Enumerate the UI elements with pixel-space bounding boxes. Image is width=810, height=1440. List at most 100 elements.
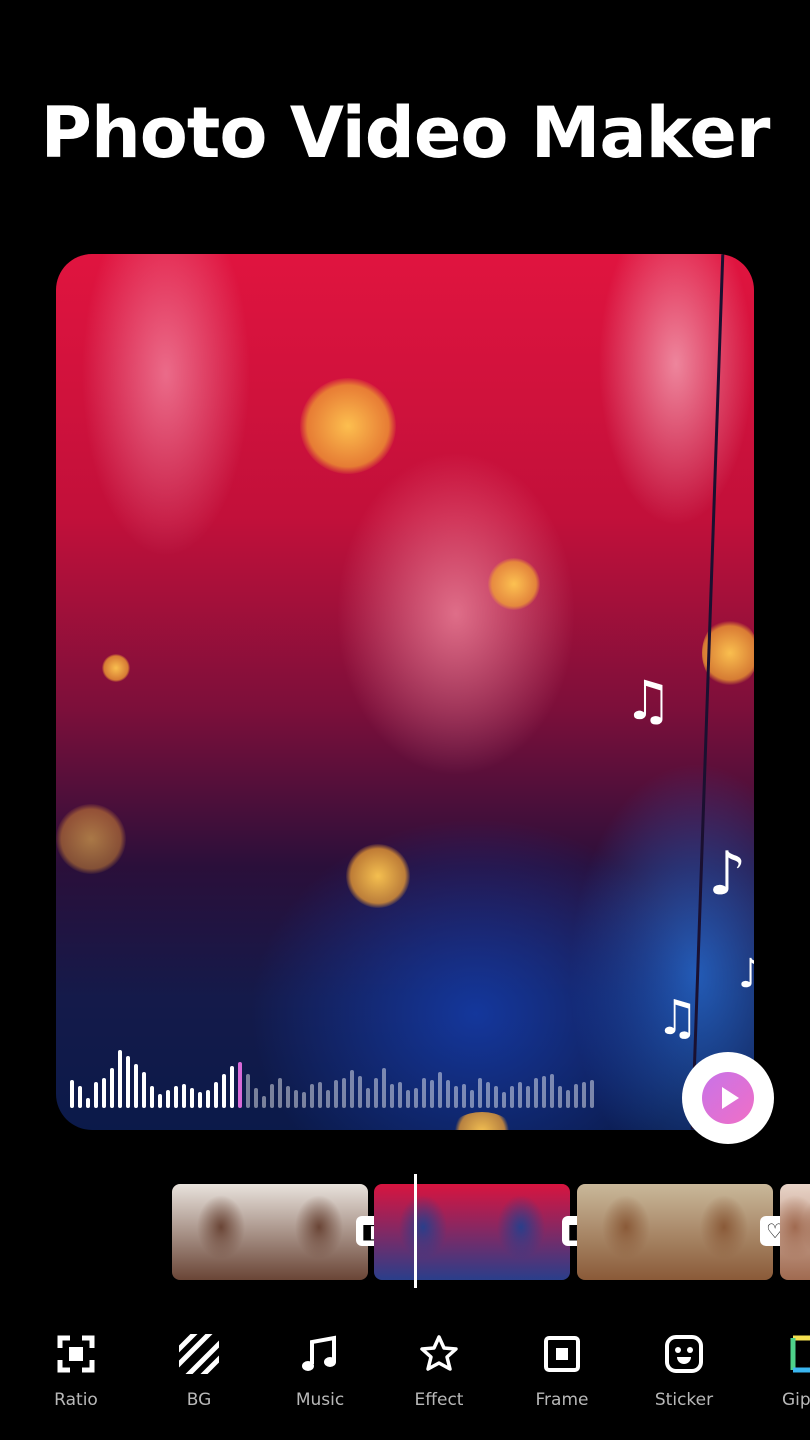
frame-icon [544, 1336, 580, 1372]
waveform-bar-played [102, 1078, 106, 1108]
clip-timeline[interactable]: ◧ ◧ ♡ [172, 1184, 810, 1280]
waveform-bar [294, 1090, 298, 1108]
waveform-cursor [238, 1062, 242, 1108]
waveform-bar-played [198, 1092, 202, 1108]
waveform-bar-played [230, 1066, 234, 1108]
play-button[interactable] [682, 1052, 774, 1144]
waveform-bar [438, 1072, 442, 1108]
waveform-bar-played [78, 1086, 82, 1108]
waveform-bar [358, 1076, 362, 1108]
bokeh-light [56, 804, 126, 874]
waveform-bar-played [158, 1094, 162, 1108]
waveform-bar-played [134, 1064, 138, 1108]
star-icon [420, 1335, 458, 1371]
music-icon [302, 1335, 336, 1371]
waveform-bar [278, 1078, 282, 1108]
playhead[interactable] [414, 1174, 417, 1288]
music-note-icon: ♫ [656, 990, 700, 1046]
music-note-icon: ♪ [708, 839, 747, 909]
bokeh-light [346, 844, 410, 908]
ratio-icon [57, 1335, 95, 1373]
waveform-bar [406, 1090, 410, 1108]
timeline-clip[interactable] [172, 1184, 368, 1280]
page-title: Photo Video Maker [40, 92, 771, 174]
waveform-bar [326, 1090, 330, 1108]
music-note-icon: ♪ [738, 951, 754, 997]
waveform-bar [558, 1086, 562, 1108]
waveform-bar [446, 1080, 450, 1108]
bokeh-light [488, 558, 540, 610]
tool-label: Ratio [54, 1390, 98, 1410]
waveform-bar-played [166, 1090, 170, 1108]
waveform-bar [286, 1086, 290, 1108]
waveform-bar [246, 1074, 250, 1108]
timeline-clip[interactable] [374, 1184, 570, 1280]
waveform-bar [374, 1078, 378, 1108]
waveform-bar [318, 1082, 322, 1108]
waveform-bar [398, 1082, 402, 1108]
waveform-bar [582, 1082, 586, 1108]
waveform-bar [550, 1074, 554, 1108]
waveform-bar [270, 1084, 274, 1108]
waveform-bar [478, 1078, 482, 1108]
waveform-bar [262, 1096, 266, 1108]
waveform-bar [502, 1092, 506, 1108]
waveform-bar-played [206, 1090, 210, 1108]
waveform-bar [334, 1080, 338, 1108]
waveform-bar [462, 1084, 466, 1108]
waveform-bar-played [150, 1086, 154, 1108]
tool-sticker[interactable]: Sticker [634, 1330, 734, 1410]
waveform-bar-played [174, 1086, 178, 1108]
waveform-bar [518, 1082, 522, 1108]
audio-waveform[interactable] [70, 1048, 594, 1108]
waveform-bar-played [118, 1050, 122, 1108]
waveform-bar-played [86, 1098, 90, 1108]
waveform-bar [366, 1088, 370, 1108]
waveform-bar [574, 1084, 578, 1108]
waveform-bar [534, 1078, 538, 1108]
timeline-clip[interactable] [577, 1184, 773, 1280]
video-preview[interactable]: ♫ ♪ ♪ ♫ [56, 254, 754, 1130]
background-icon [179, 1334, 219, 1374]
waveform-bar [494, 1086, 498, 1108]
bokeh-light [300, 378, 396, 474]
bokeh-light [450, 1112, 514, 1130]
tool-giphy[interactable]: Giphy [752, 1330, 810, 1410]
tool-frame[interactable]: Frame [512, 1330, 612, 1410]
tool-label: Sticker [654, 1390, 714, 1410]
waveform-bar-played [190, 1088, 194, 1108]
waveform-bar [382, 1068, 386, 1108]
waveform-bar [454, 1086, 458, 1108]
waveform-bar-played [110, 1068, 114, 1108]
tool-label: Giphy [782, 1390, 810, 1410]
waveform-bar [526, 1086, 530, 1108]
waveform-bar-played [126, 1056, 130, 1108]
play-icon [702, 1072, 754, 1124]
waveform-bar [566, 1090, 570, 1108]
tool-ratio[interactable]: Ratio [26, 1330, 126, 1410]
waveform-bar [414, 1088, 418, 1108]
waveform-bar [486, 1082, 490, 1108]
music-note-icon: ♫ [624, 669, 673, 732]
tool-bg[interactable]: BG [149, 1330, 249, 1410]
waveform-bar [350, 1070, 354, 1108]
bottom-toolbar: Ratio BG Music Effect Frame Sticker Giph… [0, 1330, 810, 1420]
waveform-bar-played [94, 1082, 98, 1108]
waveform-bar [342, 1078, 346, 1108]
tool-effect[interactable]: Effect [389, 1330, 489, 1410]
sticker-icon [665, 1335, 703, 1373]
waveform-bar [422, 1078, 426, 1108]
waveform-bar [302, 1092, 306, 1108]
bokeh-light [102, 654, 130, 682]
waveform-bar-played [214, 1082, 218, 1108]
tool-label: Music [295, 1390, 345, 1410]
timeline-clip[interactable] [780, 1184, 810, 1280]
waveform-bar [310, 1084, 314, 1108]
waveform-bar [390, 1084, 394, 1108]
waveform-bar [254, 1088, 258, 1108]
tool-label: Frame [535, 1390, 589, 1410]
tool-label: BG [186, 1390, 212, 1410]
tool-music[interactable]: Music [270, 1330, 370, 1410]
waveform-bar [510, 1086, 514, 1108]
waveform-bar [590, 1080, 594, 1108]
